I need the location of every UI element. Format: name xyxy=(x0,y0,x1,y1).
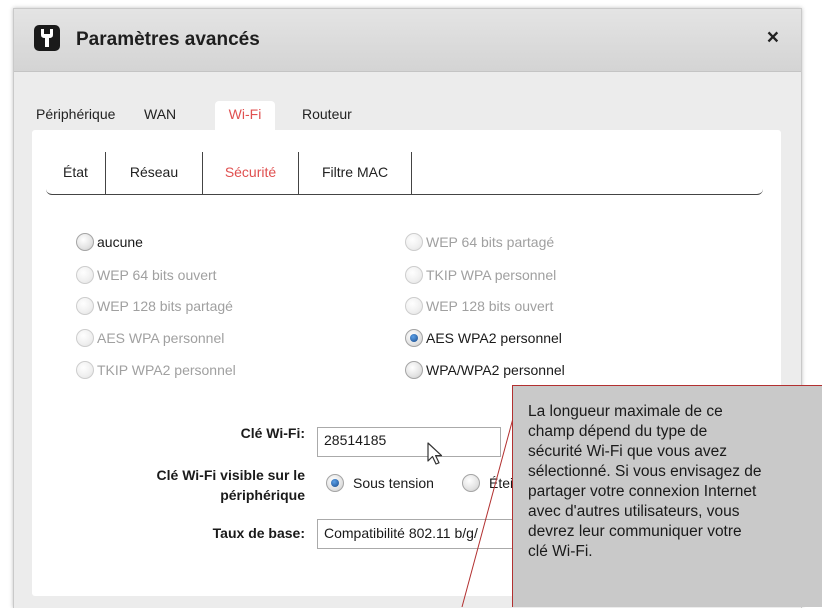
tooltip-line: avec d'autres utilisateurs, vous xyxy=(528,503,740,520)
tooltip-line: sélectionné. Si vous envisagez de xyxy=(528,463,762,480)
tooltip-line: partager votre connexion Internet xyxy=(528,483,757,500)
tooltip-line: champ dépend du type de xyxy=(528,423,708,440)
mouse-cursor-icon xyxy=(427,442,443,465)
help-tooltip: La longueur maximale de ce champ dépend … xyxy=(512,385,822,607)
tooltip-line: sécurité Wi-Fi que vous avez xyxy=(528,443,727,460)
tooltip-line: devrez leur communiquer votre xyxy=(528,523,742,540)
tooltip-line: clé Wi-Fi. xyxy=(528,543,593,560)
tooltip-line: La longueur maximale de ce xyxy=(528,403,723,420)
